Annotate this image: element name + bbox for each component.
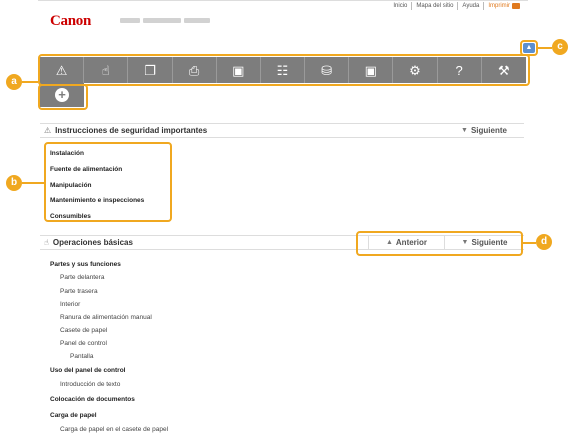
device-signal-icon[interactable]: ▣ [349, 57, 394, 83]
basic-next-label[interactable]: Siguiente [471, 238, 507, 247]
safety-title-text: Instrucciones de seguridad importantes [55, 126, 208, 135]
basic-section-header: ☝ Operaciones básicas ▲ Anterior ▼ Sigui… [40, 235, 524, 250]
callout-line-c [538, 47, 552, 49]
wrench-icon[interactable]: ⚒ [482, 57, 526, 83]
basic-item[interactable]: Colocación de documentos [50, 396, 135, 404]
printer-icon[interactable]: ⎙ [173, 57, 217, 83]
category-icon-bar-row2: + [40, 83, 84, 107]
callout-line-d [523, 242, 536, 244]
print-label[interactable]: Imprimir [488, 2, 510, 10]
basic-item[interactable]: Interior [60, 301, 80, 309]
print-link[interactable]: Imprimir [483, 2, 524, 10]
callout-line-b [22, 182, 44, 184]
scanner-icon[interactable]: ▣ [217, 57, 261, 83]
help-icon[interactable]: ? [438, 57, 482, 83]
safety-section-header: ⚠ Instrucciones de seguridad importantes… [40, 123, 524, 138]
basic-next-button[interactable]: ▼ Siguiente [444, 236, 524, 249]
callout-line-a [22, 81, 38, 83]
up-triangle-icon: ▲ [385, 239, 393, 246]
model-name-blurred [120, 18, 230, 24]
warning-icon: ⚠ [44, 126, 52, 135]
sitemap-link[interactable]: Mapa del sitio [411, 2, 457, 10]
basic-item[interactable]: Pantalla [70, 353, 94, 361]
basic-item[interactable]: Parte trasera [60, 288, 98, 296]
basic-item[interactable]: Partes y sus funciones [50, 261, 121, 269]
basic-item[interactable]: Ranura de alimentación manual [60, 314, 152, 322]
callout-c: c [552, 39, 568, 55]
basic-item[interactable]: Uso del panel de control [50, 367, 125, 375]
basic-item[interactable]: Carga de papel [50, 412, 97, 420]
safety-item[interactable]: Mantenimiento e inspecciones [50, 197, 144, 205]
basic-prev-button[interactable]: ▲ Anterior [368, 236, 444, 249]
safety-next-label[interactable]: Siguiente [471, 126, 507, 135]
gear-icon[interactable]: ⚙ [393, 57, 438, 83]
down-triangle-icon: ▼ [461, 127, 468, 134]
safety-item[interactable]: Fuente de alimentación [50, 166, 122, 174]
basic-item[interactable]: Carga de papel en el casete de papel [60, 426, 168, 434]
callout-a: a [6, 74, 22, 90]
manual-page: Inicio Mapa del sitio Ayuda Imprimir Can… [38, 0, 528, 439]
basic-item[interactable]: Introducción de texto [60, 381, 120, 389]
safety-section-title: ⚠ Instrucciones de seguridad importantes [40, 126, 444, 135]
basic-prev-label[interactable]: Anterior [396, 238, 427, 247]
header-links: Inicio Mapa del sitio Ayuda Imprimir [389, 2, 524, 10]
warning-icon[interactable]: ⚠ [40, 57, 85, 83]
callout-b: b [6, 175, 22, 191]
safety-item[interactable]: Manipulación [50, 182, 92, 190]
safety-item[interactable]: Instalación [50, 150, 84, 158]
help-link[interactable]: Ayuda [457, 2, 483, 10]
canon-logo: Canon [50, 13, 92, 29]
top-divider [38, 0, 528, 1]
safety-item[interactable]: Consumibles [50, 213, 91, 221]
basic-item[interactable]: Panel de control [60, 340, 107, 348]
back-to-top-icon[interactable]: ▲ [523, 43, 535, 53]
down-triangle-icon: ▼ [461, 239, 469, 246]
lock-icon[interactable]: ⛁ [305, 57, 350, 83]
basic-section-title: ☝ Operaciones básicas [40, 238, 368, 247]
copy-icon[interactable]: ❐ [128, 57, 173, 83]
safety-next-button[interactable]: ▼ Siguiente [444, 124, 524, 137]
category-icon-bar: ⚠ ☝ ❐ ⎙ ▣ ☷ ⛁ ▣ ⚙ ? ⚒ [40, 57, 526, 83]
callout-d: d [536, 234, 552, 250]
printer-icon [512, 3, 520, 9]
plus-icon[interactable]: + [55, 88, 69, 102]
network-icon[interactable]: ☷ [261, 57, 306, 83]
basic-item[interactable]: Casete de papel [60, 327, 107, 335]
basic-item[interactable]: Parte delantera [60, 274, 104, 282]
hand-icon: ☝ [44, 238, 49, 247]
hand-icon[interactable]: ☝ [84, 57, 129, 83]
basic-title-text: Operaciones básicas [52, 238, 133, 247]
home-link[interactable]: Inicio [389, 2, 411, 10]
